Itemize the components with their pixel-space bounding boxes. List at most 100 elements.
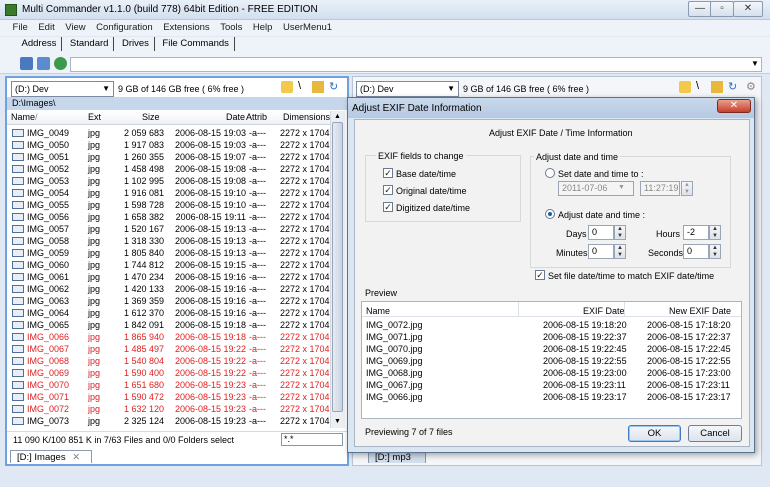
menu-configuration[interactable]: Configuration [92, 20, 157, 35]
file-row[interactable]: IMG_0056 jpg 1 658 382 2006-08-15 19:11 -a--… [7, 211, 330, 223]
back-icon[interactable] [20, 57, 33, 70]
command-line-input[interactable] [70, 57, 762, 72]
preview-col-exif-date[interactable]: EXIF Date [583, 306, 625, 316]
original-date-checkbox[interactable]: ✓ [383, 185, 393, 195]
favorites-star-icon[interactable] [281, 81, 293, 93]
scrollbar-thumb[interactable] [332, 122, 343, 412]
tab-address[interactable]: Address [17, 37, 63, 51]
parent-folder-icon[interactable] [312, 81, 324, 93]
col-attrib[interactable]: Attrib [246, 112, 267, 122]
file-row[interactable]: IMG_0055 jpg 1 598 728 2006-08-15 19:10 -a--… [7, 199, 330, 211]
seconds-input[interactable]: 0 [683, 244, 709, 259]
preview-col-new-exif-date[interactable]: New EXIF Date [669, 306, 731, 316]
preview-row[interactable]: IMG_0067.jpg 2006-08-15 19:23:11 2006-08-1… [362, 379, 741, 391]
preview-col-name[interactable]: Name [366, 306, 390, 316]
favorites-star-icon[interactable] [679, 81, 691, 93]
cancel-button[interactable]: Cancel [688, 425, 742, 442]
file-row[interactable]: IMG_0049 jpg 2 059 683 2006-08-15 19:03 -a--… [7, 127, 330, 139]
filter-input[interactable]: *.* [281, 433, 343, 446]
file-row[interactable]: IMG_0050 jpg 1 917 083 2006-08-15 19:03 -a--… [7, 139, 330, 151]
file-row[interactable]: IMG_0066 jpg 1 865 940 2006-08-15 19:18 -a--… [7, 331, 330, 343]
col-size[interactable]: Size [142, 112, 160, 122]
set-date-radio[interactable] [545, 168, 555, 178]
left-panel-tab[interactable]: [D:] Images ✕ [10, 450, 92, 463]
preview-row[interactable]: IMG_0070.jpg 2006-08-15 19:22:45 2006-08-1… [362, 343, 741, 355]
col-dimensions[interactable]: Dimensions [283, 112, 330, 122]
file-row[interactable]: IMG_0062 jpg 1 420 133 2006-08-15 19:16 -a--… [7, 283, 330, 295]
base-date-checkbox[interactable]: ✓ [383, 168, 393, 178]
match-file-date-checkbox[interactable]: ✓ [535, 270, 545, 280]
refresh-icon[interactable]: ↻ [728, 80, 737, 93]
digitized-date-checkbox[interactable]: ✓ [383, 202, 393, 212]
file-row[interactable]: IMG_0068 jpg 1 540 804 2006-08-15 19:22 -a--… [7, 355, 330, 367]
tools-icon[interactable]: ⚙ [746, 80, 756, 93]
file-row[interactable]: IMG_0064 jpg 1 612 370 2006-08-15 19:16 -a--… [7, 307, 330, 319]
maximize-button[interactable]: ▫ [710, 1, 734, 17]
scroll-down-icon[interactable]: ▼ [334, 418, 341, 425]
file-row[interactable]: IMG_0053 jpg 1 102 995 2006-08-15 19:08 -a--… [7, 175, 330, 187]
globe-icon[interactable] [54, 57, 67, 70]
file-date: 2006-08-15 19:23 [174, 404, 246, 414]
file-row[interactable]: IMG_0065 jpg 1 842 091 2006-08-15 19:18 -a--… [7, 319, 330, 331]
minimize-button[interactable]: — [688, 1, 712, 17]
left-drive-selector[interactable]: (D:) Dev ▼ [11, 81, 114, 97]
col-name[interactable]: Name [11, 112, 35, 122]
file-row[interactable]: IMG_0063 jpg 1 369 359 2006-08-15 19:16 -a--… [7, 295, 330, 307]
preview-row[interactable]: IMG_0069.jpg 2006-08-15 19:22:55 2006-08-1… [362, 355, 741, 367]
dialog-close-button[interactable]: ✕ [717, 99, 751, 113]
tab-drives[interactable]: Drives [117, 37, 155, 51]
file-row[interactable]: IMG_0058 jpg 1 318 330 2006-08-15 19:13 -a--… [7, 235, 330, 247]
file-row[interactable]: IMG_0057 jpg 1 520 167 2006-08-15 19:13 -a--… [7, 223, 330, 235]
preview-row[interactable]: IMG_0066.jpg 2006-08-15 19:23:17 2006-08-1… [362, 391, 741, 403]
date-picker-chevron-icon[interactable]: ▼ [618, 184, 625, 191]
days-spinner[interactable]: ▲ ▼ [614, 225, 626, 240]
file-row[interactable]: IMG_0061 jpg 1 470 234 2006-08-15 19:16 -a--… [7, 271, 330, 283]
ok-button[interactable]: OK [628, 425, 681, 442]
forward-icon[interactable] [37, 57, 50, 70]
file-row[interactable]: IMG_0073 jpg 2 325 124 2006-08-15 19:23 -a--… [7, 415, 330, 427]
col-ext[interactable]: Ext [88, 112, 101, 122]
hours-spinner[interactable]: ▲ ▼ [709, 225, 721, 240]
file-row[interactable]: IMG_0072 jpg 1 632 120 2006-08-15 19:23 -a--… [7, 403, 330, 415]
menu-extensions[interactable]: Extensions [159, 20, 213, 35]
seconds-spinner[interactable]: ▲ ▼ [709, 244, 721, 259]
tab-standard[interactable]: Standard [65, 37, 115, 51]
menu-view[interactable]: View [61, 20, 89, 35]
refresh-icon[interactable]: ↻ [329, 80, 338, 93]
minutes-input[interactable]: 0 [588, 244, 614, 259]
menu-edit[interactable]: Edit [34, 20, 58, 35]
preview-row[interactable]: IMG_0072.jpg 2006-08-15 19:18:20 2006-08-1… [362, 319, 741, 331]
parent-folder-icon[interactable] [711, 81, 723, 93]
root-backslash-icon[interactable]: \ [696, 80, 699, 92]
preview-row[interactable]: IMG_0068.jpg 2006-08-15 19:23:00 2006-08-1… [362, 367, 741, 379]
menu-help[interactable]: Help [249, 20, 277, 35]
adjust-date-radio[interactable] [545, 209, 555, 219]
file-row[interactable]: IMG_0051 jpg 1 260 355 2006-08-15 19:07 -a--… [7, 151, 330, 163]
set-time-input[interactable]: 11:27:19 [640, 181, 680, 196]
command-history-chevron-icon[interactable]: ▼ [751, 59, 759, 68]
file-row[interactable]: IMG_0059 jpg 1 805 840 2006-08-15 19:13 -a--… [7, 247, 330, 259]
menu-file[interactable]: File [9, 20, 32, 35]
menu-tools[interactable]: Tools [216, 20, 246, 35]
file-row[interactable]: IMG_0052 jpg 1 458 498 2006-08-15 19:08 -a--… [7, 163, 330, 175]
menu-usermenu1[interactable]: UserMenu1 [279, 20, 336, 35]
right-drive-selector[interactable]: (D:) Dev ▼ [356, 81, 459, 97]
preview-row[interactable]: IMG_0071.jpg 2006-08-15 19:22:37 2006-08-1… [362, 331, 741, 343]
file-row[interactable]: IMG_0060 jpg 1 744 812 2006-08-15 19:15 -a--… [7, 259, 330, 271]
scroll-up-icon[interactable]: ▲ [334, 113, 341, 120]
tab-close-icon[interactable]: ✕ [72, 452, 80, 463]
file-row[interactable]: IMG_0069 jpg 1 590 400 2006-08-15 19:22 -a--… [7, 367, 330, 379]
col-date[interactable]: Date [226, 112, 245, 122]
file-row[interactable]: IMG_0071 jpg 1 590 472 2006-08-15 19:23 -a--… [7, 391, 330, 403]
left-path-bar[interactable]: D:\Images\ [7, 97, 347, 110]
minutes-spinner[interactable]: ▲ ▼ [614, 244, 626, 259]
root-backslash-icon[interactable]: \ [298, 80, 301, 92]
hours-input[interactable]: -2 [683, 225, 709, 240]
days-input[interactable]: 0 [588, 225, 614, 240]
file-row[interactable]: IMG_0054 jpg 1 916 081 2006-08-15 19:10 -a--… [7, 187, 330, 199]
file-row[interactable]: IMG_0067 jpg 1 485 497 2006-08-15 19:22 -a--… [7, 343, 330, 355]
tab-file-commands[interactable]: File Commands [157, 37, 235, 51]
close-button[interactable]: ✕ [733, 1, 763, 17]
file-row[interactable]: IMG_0070 jpg 1 651 680 2006-08-15 19:23 -a--… [7, 379, 330, 391]
set-time-spinner[interactable]: ▲ ▼ [681, 181, 693, 196]
